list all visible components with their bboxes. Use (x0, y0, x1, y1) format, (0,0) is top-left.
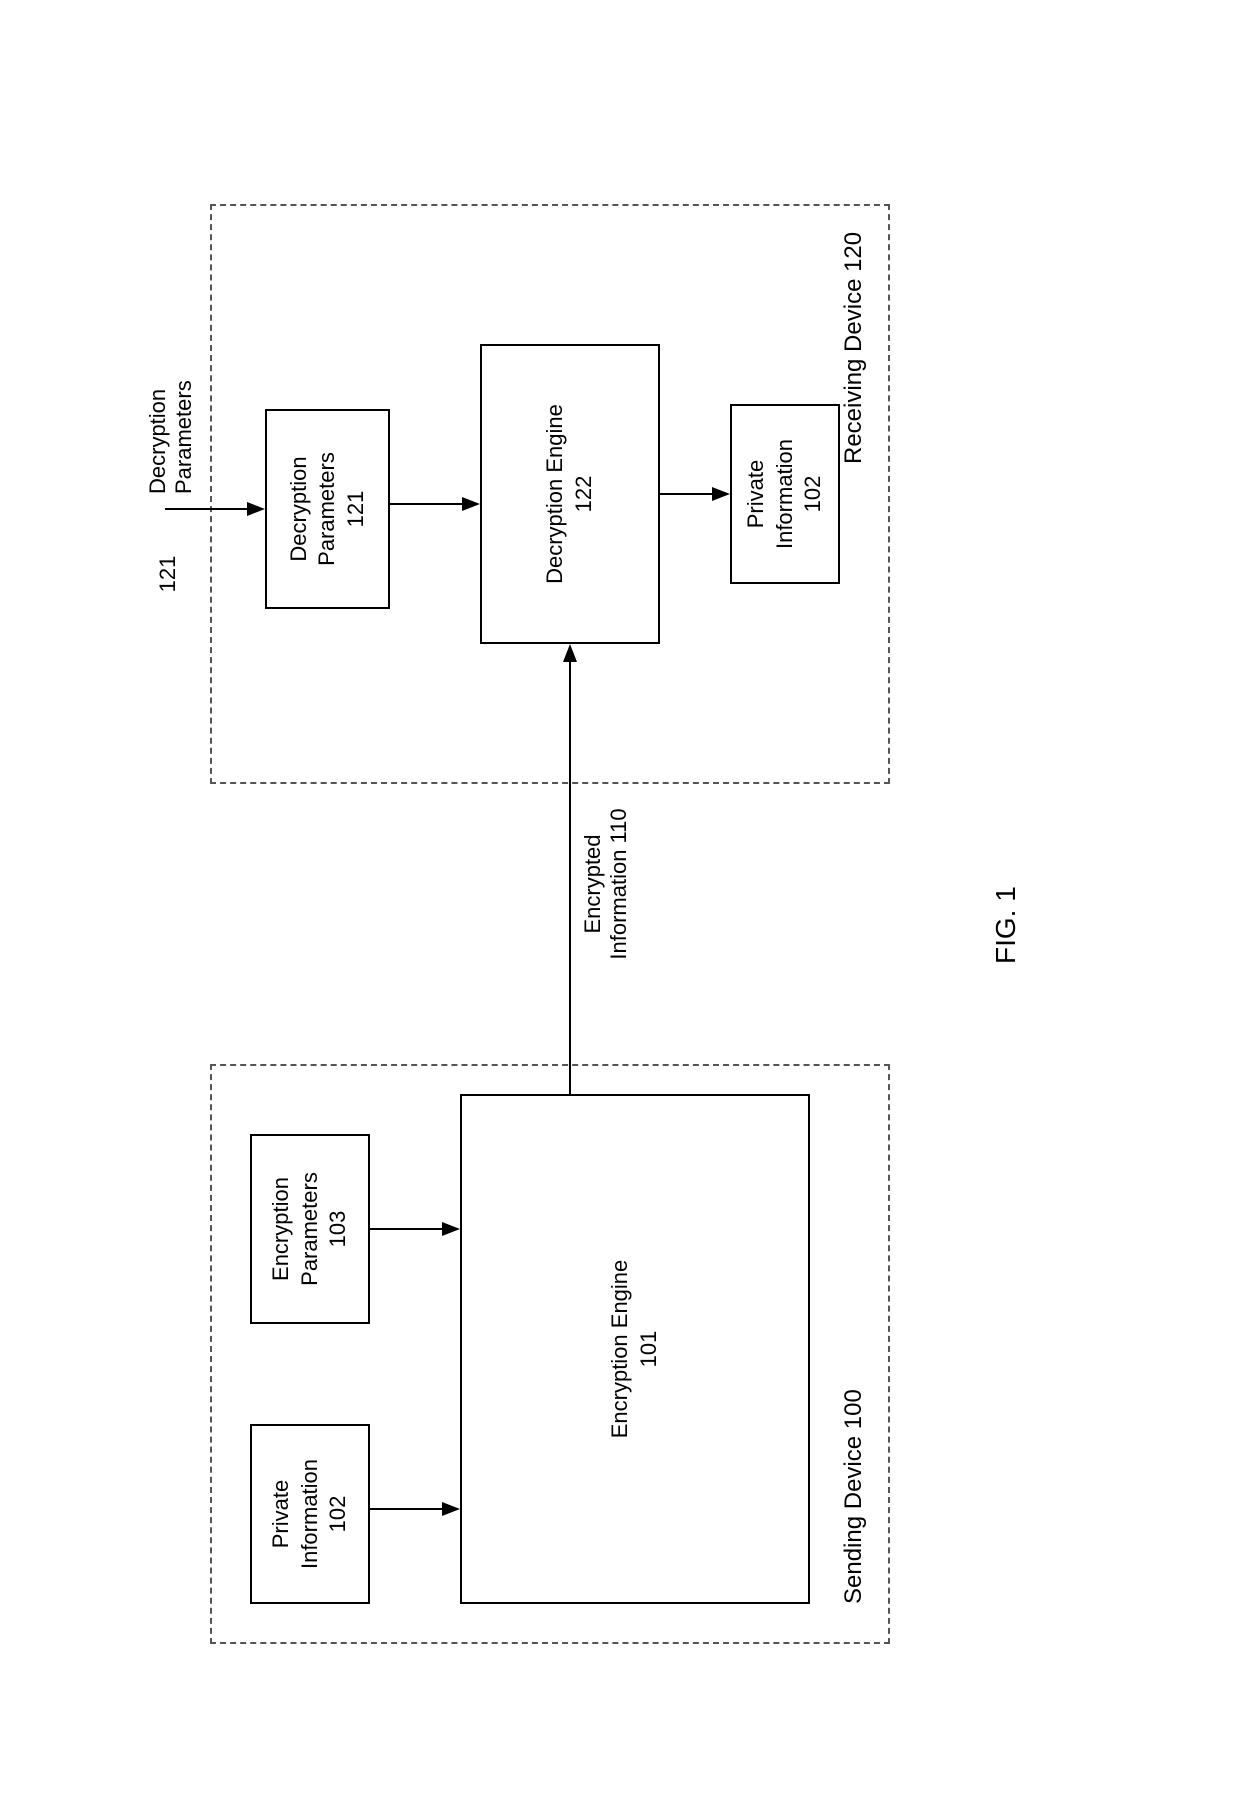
dec-params-line2: Parameters (313, 452, 342, 566)
arrow-params-to-engine (370, 1219, 460, 1239)
private-information-box: Private Information 102 (250, 1424, 370, 1604)
enc-params-line1: Encryption (267, 1177, 296, 1281)
enc-info-line1: Encrypted (580, 834, 605, 933)
arrow-encrypted-info (560, 644, 580, 1094)
arrow-decparams-to-engine (390, 494, 480, 514)
ext-dec-line2: Parameters (171, 380, 196, 494)
encrypted-info-label: Encrypted Information 110 (580, 784, 632, 984)
decryption-engine-line1: Decryption Engine (541, 404, 570, 584)
recv-private-line2: Information (771, 439, 800, 549)
dec-params-line3: 121 (342, 491, 371, 528)
external-decryption-number: 121 (155, 544, 181, 604)
enc-info-line2: Information 110 (606, 808, 631, 959)
encryption-engine-line2: 101 (635, 1331, 664, 1368)
private-information-receiving-box: Private Information 102 (730, 404, 840, 584)
arrow-external-to-decparams (165, 499, 265, 519)
external-decryption-label: Decryption Parameters (145, 354, 197, 494)
sending-device-label: Sending Device 100 (840, 1389, 868, 1604)
enc-params-line2: Parameters (296, 1172, 325, 1286)
recv-private-line3: 102 (799, 476, 828, 513)
ext-dec-line1: Decryption (145, 389, 170, 494)
dec-params-line1: Decryption (285, 456, 314, 561)
recv-private-line1: Private (742, 460, 771, 528)
figure-label: FIG. 1 (990, 886, 1022, 964)
decryption-engine-box: Decryption Engine 122 (480, 344, 660, 644)
encryption-engine-box: Encryption Engine 101 (460, 1094, 810, 1604)
encryption-diagram: Sending Device 100 Private Information 1… (70, 104, 1170, 1704)
arrow-engine-to-private (660, 484, 730, 504)
decryption-parameters-box: Decryption Parameters 121 (265, 409, 390, 609)
encryption-engine-line1: Encryption Engine (606, 1260, 635, 1439)
decryption-engine-line2: 122 (570, 476, 599, 513)
receiving-device-label: Receiving Device 120 (840, 232, 868, 464)
arrow-private-to-engine (370, 1499, 460, 1519)
private-info-line1: Private (267, 1480, 296, 1548)
private-info-line3: 102 (324, 1496, 353, 1533)
enc-params-line3: 103 (324, 1211, 353, 1248)
private-info-line2: Information (296, 1459, 325, 1569)
encryption-parameters-box: Encryption Parameters 103 (250, 1134, 370, 1324)
